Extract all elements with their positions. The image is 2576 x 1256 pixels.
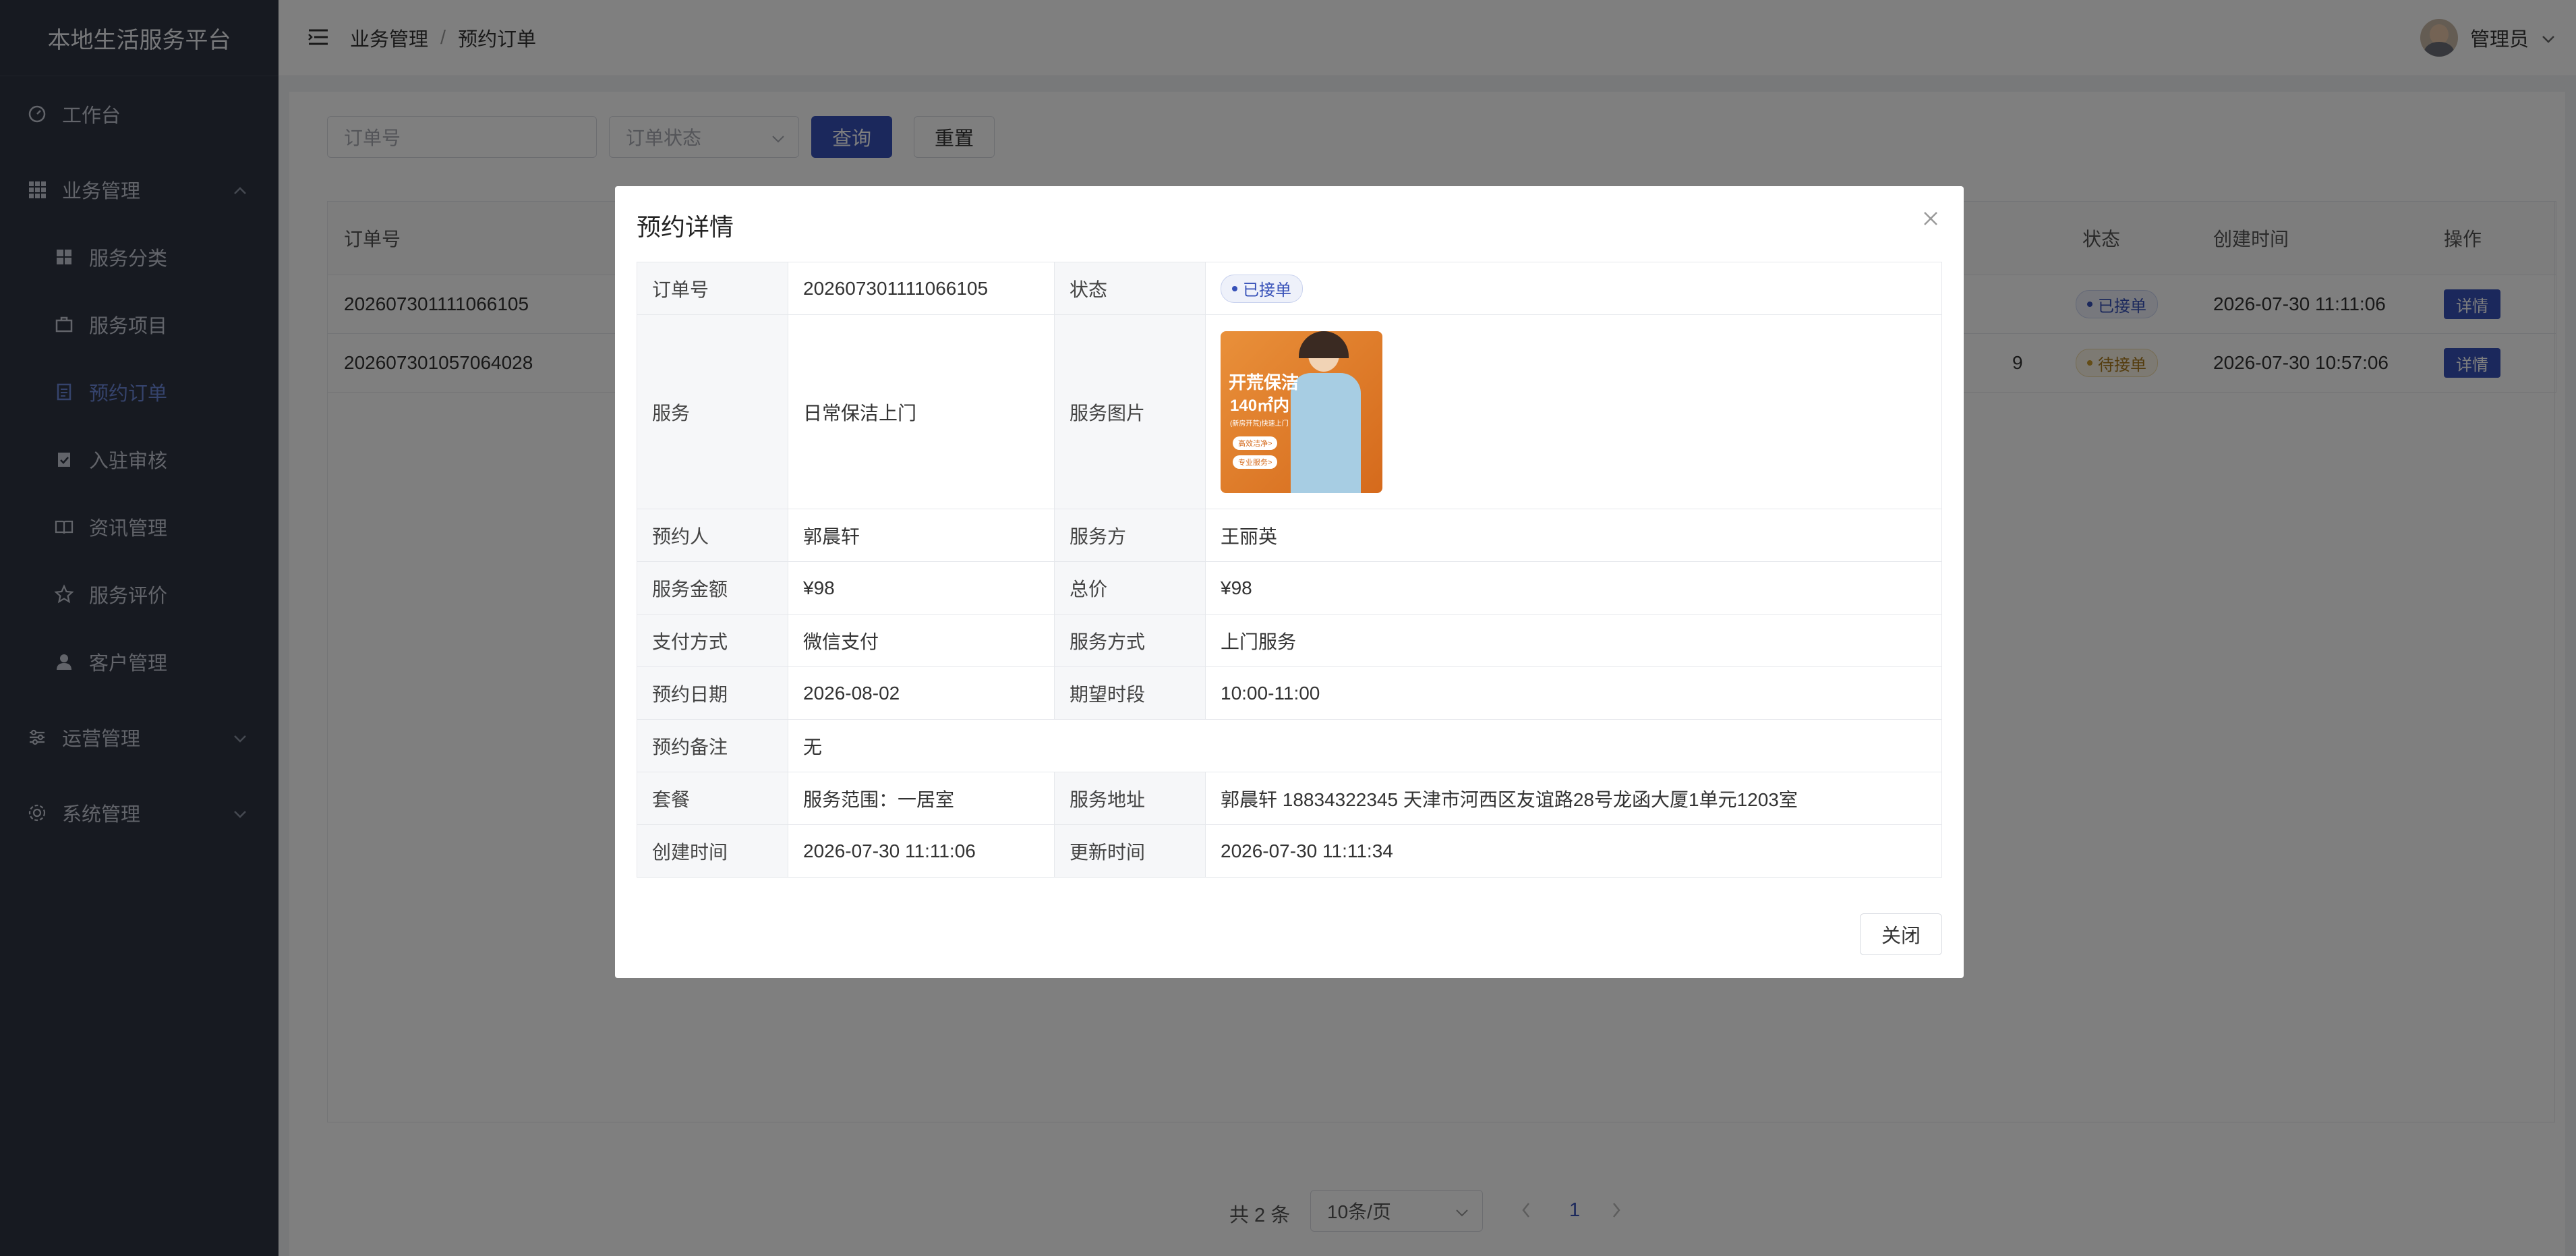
image-caption-btn2: 专业服务> (1233, 455, 1278, 469)
value-package: 服务范围：一居室 (788, 772, 1055, 825)
label-updated: 更新时间 (1054, 824, 1206, 878)
label-address: 服务地址 (1054, 772, 1206, 825)
value-amount: ¥98 (788, 561, 1055, 615)
detail-table: 订单号 202607301111066105 状态 已接单 服务 日常保洁上门 … (637, 262, 1942, 878)
image-caption-line3: (新房开荒)快速上门 (1230, 420, 1289, 428)
value-order-no: 202607301111066105 (788, 262, 1055, 315)
image-caption-line1: 开荒保洁 (1229, 372, 1299, 393)
label-remark: 预约备注 (637, 719, 788, 772)
value-service-mode: 上门服务 (1205, 614, 1942, 667)
value-booker: 郭晨轩 (788, 509, 1055, 562)
value-status: 已接单 (1205, 262, 1942, 315)
dialog-title: 预约详情 (637, 213, 734, 241)
label-date: 预约日期 (637, 666, 788, 720)
label-provider: 服务方 (1054, 509, 1206, 562)
status-badge: 已接单 (1221, 274, 1303, 303)
detail-row: 预约日期 2026-08-02 期望时段 10:00-11:00 (637, 666, 1942, 720)
value-service: 日常保洁上门 (788, 314, 1055, 509)
value-time-slot: 10:00-11:00 (1205, 666, 1942, 720)
label-time-slot: 期望时段 (1054, 666, 1206, 720)
label-service: 服务 (637, 314, 788, 509)
detail-row: 服务金额 ¥98 总价 ¥98 (637, 561, 1942, 615)
detail-row: 订单号 202607301111066105 状态 已接单 (637, 262, 1942, 315)
label-package: 套餐 (637, 772, 788, 825)
close-button[interactable]: 关闭 (1860, 913, 1942, 955)
detail-row: 服务 日常保洁上门 服务图片 开荒保洁 140㎡内 (新房开荒)快速上门 高效洁… (637, 314, 1942, 509)
value-address: 郭晨轩 18834322345 天津市河西区友谊路28号龙函大厦1单元1203室 (1205, 772, 1942, 825)
detail-row: 套餐 服务范围：一居室 服务地址 郭晨轩 18834322345 天津市河西区友… (637, 772, 1942, 825)
label-service-image: 服务图片 (1054, 314, 1206, 509)
label-created: 创建时间 (637, 824, 788, 878)
service-image[interactable]: 开荒保洁 140㎡内 (新房开荒)快速上门 高效洁净> 专业服务> (1221, 331, 1382, 493)
label-amount: 服务金额 (637, 561, 788, 615)
label-total: 总价 (1054, 561, 1206, 615)
value-remark: 无 (788, 719, 1942, 772)
value-total: ¥98 (1205, 561, 1942, 615)
detail-row: 预约备注 无 (637, 719, 1942, 772)
label-pay-method: 支付方式 (637, 614, 788, 667)
detail-row: 预约人 郭晨轩 服务方 王丽英 (637, 509, 1942, 562)
value-created: 2026-07-30 11:11:06 (788, 824, 1055, 878)
status-badge-label: 已接单 (1243, 281, 1291, 299)
value-service-image: 开荒保洁 140㎡内 (新房开荒)快速上门 高效洁净> 专业服务> (1205, 314, 1942, 509)
close-icon[interactable] (1922, 205, 1939, 233)
image-caption-line2: 140㎡内 (1230, 396, 1290, 415)
label-order-no: 订单号 (637, 262, 788, 315)
value-pay-method: 微信支付 (788, 614, 1055, 667)
label-service-mode: 服务方式 (1054, 614, 1206, 667)
detail-row: 支付方式 微信支付 服务方式 上门服务 (637, 614, 1942, 667)
label-status: 状态 (1054, 262, 1206, 315)
booking-detail-dialog: 预约详情 订单号 202607301111066105 状态 已接单 服务 日常… (615, 186, 1964, 978)
value-provider: 王丽英 (1205, 509, 1942, 562)
value-updated: 2026-07-30 11:11:34 (1205, 824, 1942, 878)
image-caption-btn1: 高效洁净> (1233, 436, 1278, 450)
label-booker: 预约人 (637, 509, 788, 562)
detail-row: 创建时间 2026-07-30 11:11:06 更新时间 2026-07-30… (637, 824, 1942, 878)
value-date: 2026-08-02 (788, 666, 1055, 720)
